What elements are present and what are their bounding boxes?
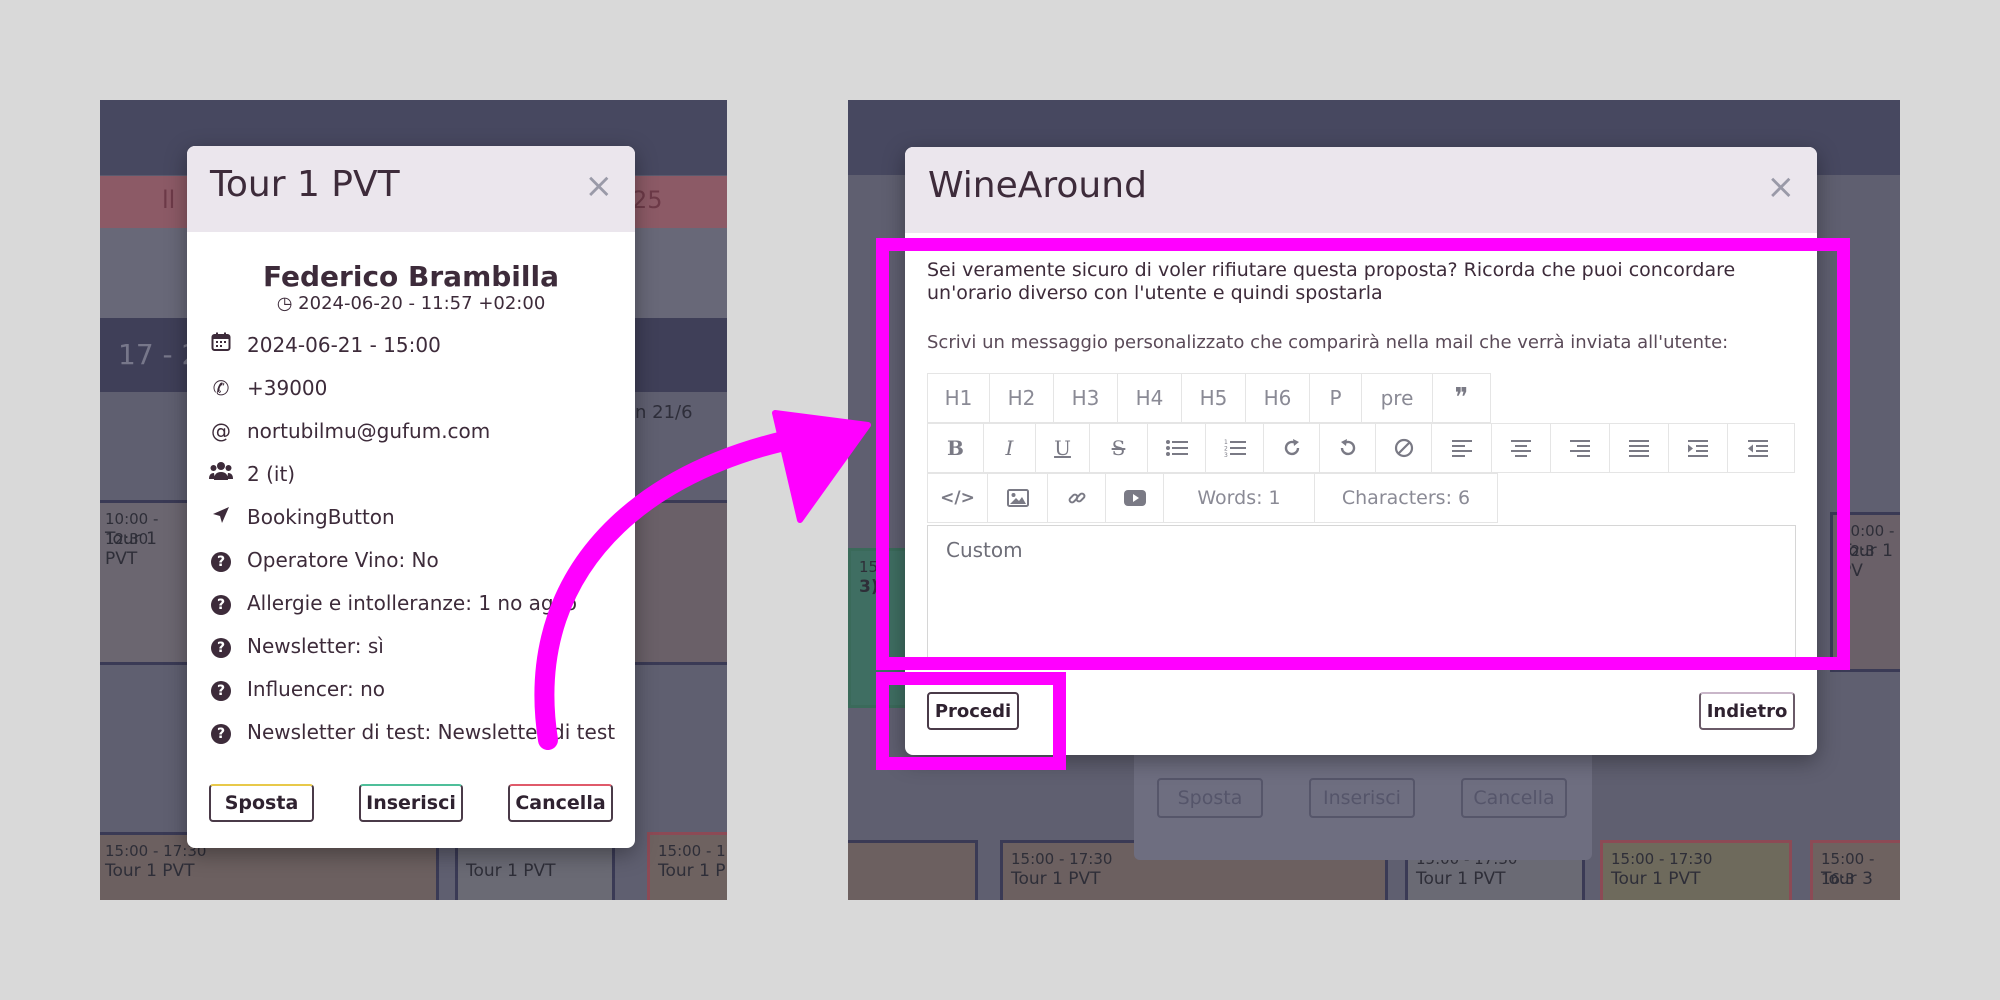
arrow-icon (534, 410, 871, 750)
